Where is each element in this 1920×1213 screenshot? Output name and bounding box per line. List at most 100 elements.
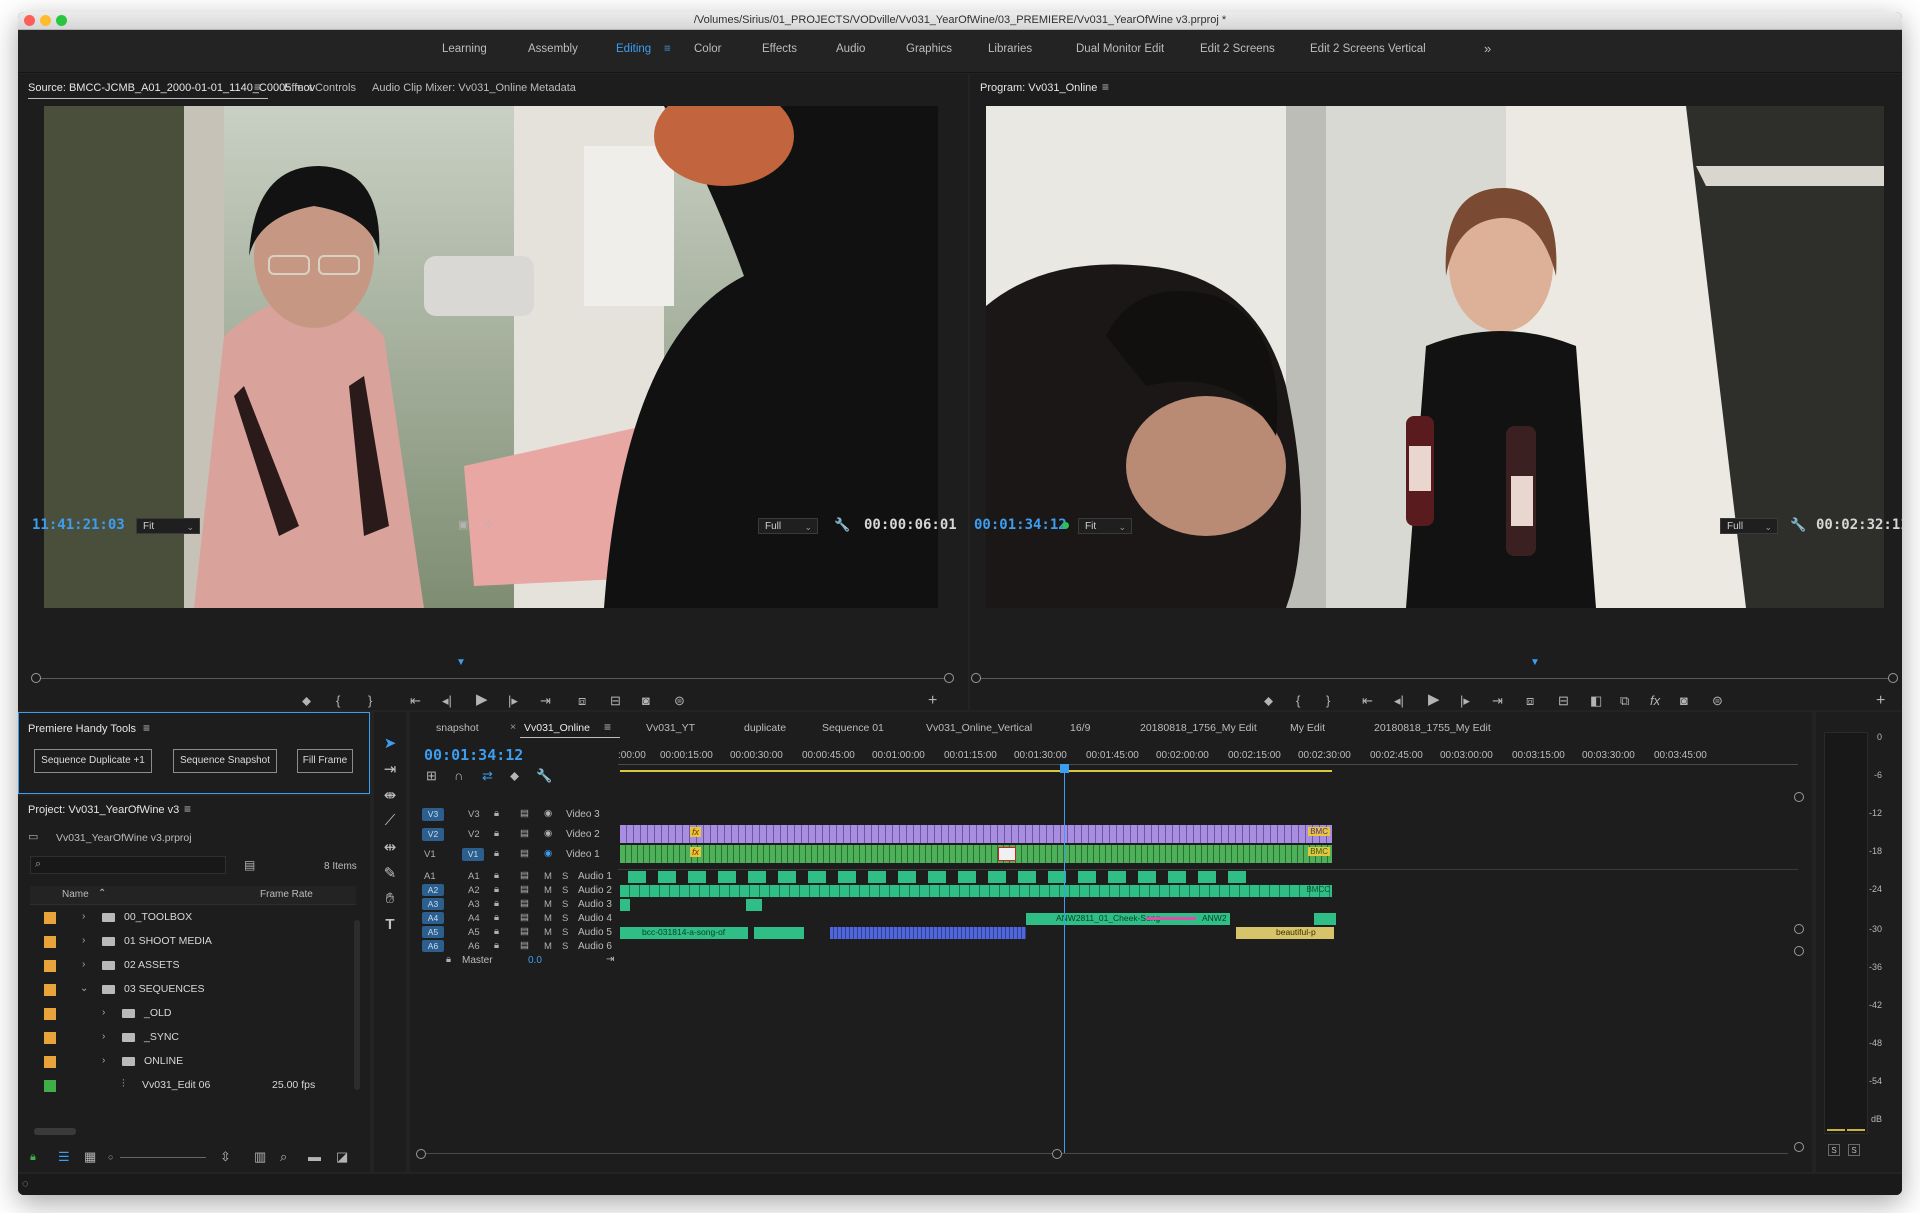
list-item-shoot-media[interactable]: › 01 SHOOT MEDIA (30, 930, 360, 953)
step-back-icon[interactable]: ◂| (442, 694, 452, 708)
go-to-out-icon[interactable]: ⇥ (540, 694, 551, 708)
linked-selection-icon[interactable]: ⇄ (482, 769, 493, 783)
a5-clip-blue[interactable] (830, 927, 1026, 939)
lock-icon[interactable]: 🔒︎ (494, 940, 499, 951)
chevron-right-icon[interactable]: › (82, 935, 85, 946)
volume-keyframe-line[interactable] (1146, 917, 1196, 920)
solo-button[interactable]: S (562, 899, 568, 910)
source-fit-dropdown[interactable]: Fit ⌄ (136, 518, 200, 534)
panel-menu-icon[interactable]: ≡ (143, 721, 150, 735)
tab-my-edit[interactable]: My Edit (1290, 722, 1325, 734)
workspace-menu-icon[interactable]: ≡ (664, 43, 671, 55)
workspace-audio[interactable]: Audio (836, 43, 865, 55)
selection-tool-icon[interactable]: ➤ (374, 734, 406, 752)
sequence-duplicate-button[interactable]: Sequence Duplicate +1 (34, 749, 152, 773)
sync-lock-icon[interactable]: ▤ (520, 828, 529, 839)
timeline-vscroll-bottom[interactable] (1794, 1142, 1804, 1152)
master-volume-value[interactable]: 0.0 (528, 955, 542, 966)
lock-icon[interactable]: 🔒︎ (30, 1150, 36, 1164)
chevron-right-icon[interactable]: › (102, 1031, 105, 1042)
workspace-graphics[interactable]: Graphics (906, 43, 952, 55)
lock-icon[interactable]: 🔒︎ (446, 954, 451, 965)
play-icon[interactable]: ▶ (476, 692, 488, 707)
label-color-swatch[interactable] (44, 1056, 56, 1068)
tab-20180818-1755-my-edit[interactable]: 20180818_1755_My Edit (1374, 722, 1491, 734)
tab-snapshot[interactable]: snapshot (436, 722, 479, 734)
sync-lock-icon[interactable]: ▤ (520, 912, 529, 923)
chevron-right-icon[interactable]: › (102, 1055, 105, 1066)
tab-effect-controls[interactable]: Effect Controls (284, 82, 356, 94)
source-patch-v3[interactable]: V3 (422, 808, 444, 821)
label-color-swatch[interactable] (44, 1080, 56, 1092)
source-zoom-handle-left[interactable] (31, 673, 41, 683)
panel-menu-icon[interactable]: ≡ (1102, 80, 1109, 94)
new-bin-icon[interactable]: ▬ (308, 1150, 321, 1164)
play-icon[interactable]: ▶ (1428, 692, 1440, 707)
source-patch-a4[interactable]: A4 (422, 912, 444, 924)
a5-clip-yellow[interactable]: beautiful-p (1236, 927, 1334, 939)
solo-button[interactable]: S (562, 941, 568, 952)
list-item-old[interactable]: › _OLD (30, 1002, 360, 1025)
a4-clip[interactable]: ANW2811_01_Cheek-Song ANW2 (1026, 913, 1230, 925)
solo-button[interactable]: S (562, 871, 568, 882)
tab-audio-clip-mixer[interactable]: Audio Clip Mixer: Vv031_Online (372, 82, 527, 94)
lock-icon[interactable]: 🔒︎ (494, 870, 499, 881)
new-search-bin-icon[interactable]: ▤ (244, 858, 255, 872)
insert-icon[interactable]: ⊹ (484, 518, 493, 532)
program-fit-dropdown[interactable]: Fit ⌄ (1078, 518, 1132, 534)
hand-tool-icon[interactable]: ✋︎ (374, 890, 406, 907)
a3-clip[interactable] (746, 899, 762, 911)
workspace-edit-2-screens-vertical[interactable]: Edit 2 Screens Vertical (1310, 43, 1426, 55)
mute-button[interactable]: M (544, 941, 552, 952)
overwrite-clip-icon[interactable]: ⊟ (610, 694, 621, 708)
source-zoom-handle-right[interactable] (944, 673, 954, 683)
track-id[interactable]: V2 (468, 829, 480, 840)
camera-icon[interactable]: ◙ (642, 694, 650, 708)
timeline-playhead-timecode[interactable]: 00:01:34:12 (424, 746, 523, 764)
list-item-sequences[interactable]: ⌄ 03 SEQUENCES (30, 978, 360, 1001)
wrench-icon[interactable]: 🔧 (834, 518, 850, 532)
wrench-icon[interactable]: 🔧 (1790, 518, 1806, 532)
track-id[interactable]: V3 (468, 809, 480, 820)
timeline-vscroll-audio[interactable] (1794, 946, 1804, 956)
automate-to-sequence-icon[interactable]: ▥ (254, 1150, 266, 1164)
panel-menu-icon[interactable]: ≡ (254, 80, 261, 94)
source-playhead-timecode[interactable]: 11:41:21:03 (32, 517, 125, 533)
tab-20180818-1756-my-edit[interactable]: 20180818_1756_My Edit (1140, 722, 1257, 734)
program-playhead-icon[interactable]: ▼ (1530, 656, 1540, 670)
work-area-bar[interactable] (620, 770, 1332, 772)
panel-menu-icon[interactable]: ≡ (604, 720, 611, 734)
chevron-right-icon[interactable]: › (102, 1007, 105, 1018)
fx-icon[interactable]: fx (1650, 694, 1660, 708)
step-forward-icon[interactable]: |▸ (508, 694, 518, 708)
mark-out-icon[interactable]: } (368, 694, 372, 708)
workspace-dual-monitor-edit[interactable]: Dual Monitor Edit (1076, 43, 1164, 55)
source-patch-a5[interactable]: A5 (422, 926, 444, 938)
tab-source[interactable]: Source: BMCC-JCMB_A01_2000-01-01_1140_C0… (28, 82, 315, 94)
label-color-swatch[interactable] (44, 936, 56, 948)
solo-button[interactable]: S (562, 913, 568, 924)
column-frame-rate[interactable]: Frame Rate (260, 889, 313, 900)
timeline-ruler[interactable]: :00:00 00:00:15:00 00:00:30:00 00:00:45:… (618, 744, 1798, 774)
track-id[interactable]: A2 (468, 885, 480, 896)
list-view-icon[interactable]: ☰ (58, 1150, 70, 1164)
zoom-slider-knob-icon[interactable]: ○ (108, 1150, 113, 1164)
background-tasks-icon[interactable]: ◌ (22, 1177, 29, 1191)
lock-icon[interactable]: 🔒︎ (494, 808, 499, 819)
sort-up-icon[interactable]: ⌃ (98, 888, 106, 899)
lock-icon[interactable]: 🔒︎ (494, 926, 499, 937)
workspace-assembly[interactable]: Assembly (528, 43, 578, 55)
timeline-vscroll-divider[interactable] (1794, 924, 1804, 934)
source-patch-a3[interactable]: A3 (422, 898, 444, 910)
mark-out-icon[interactable]: } (1326, 694, 1330, 708)
step-forward-icon[interactable]: |▸ (1460, 694, 1470, 708)
list-item-sync[interactable]: › _SYNC (30, 1026, 360, 1049)
pen-tool-icon[interactable]: ✎ (374, 864, 406, 882)
fill-frame-button[interactable]: Fill Frame (297, 749, 353, 773)
program-zoom-handle-left[interactable] (971, 673, 981, 683)
tab-metadata[interactable]: Metadata (530, 82, 576, 94)
timeline-zoom-handle-right[interactable] (1052, 1149, 1062, 1159)
workspace-edit-2-screens[interactable]: Edit 2 Screens (1200, 43, 1275, 55)
button-editor-icon[interactable]: ⊜ (674, 694, 685, 708)
a5-clip[interactable]: bcc-031814-a-song-of (620, 927, 748, 939)
